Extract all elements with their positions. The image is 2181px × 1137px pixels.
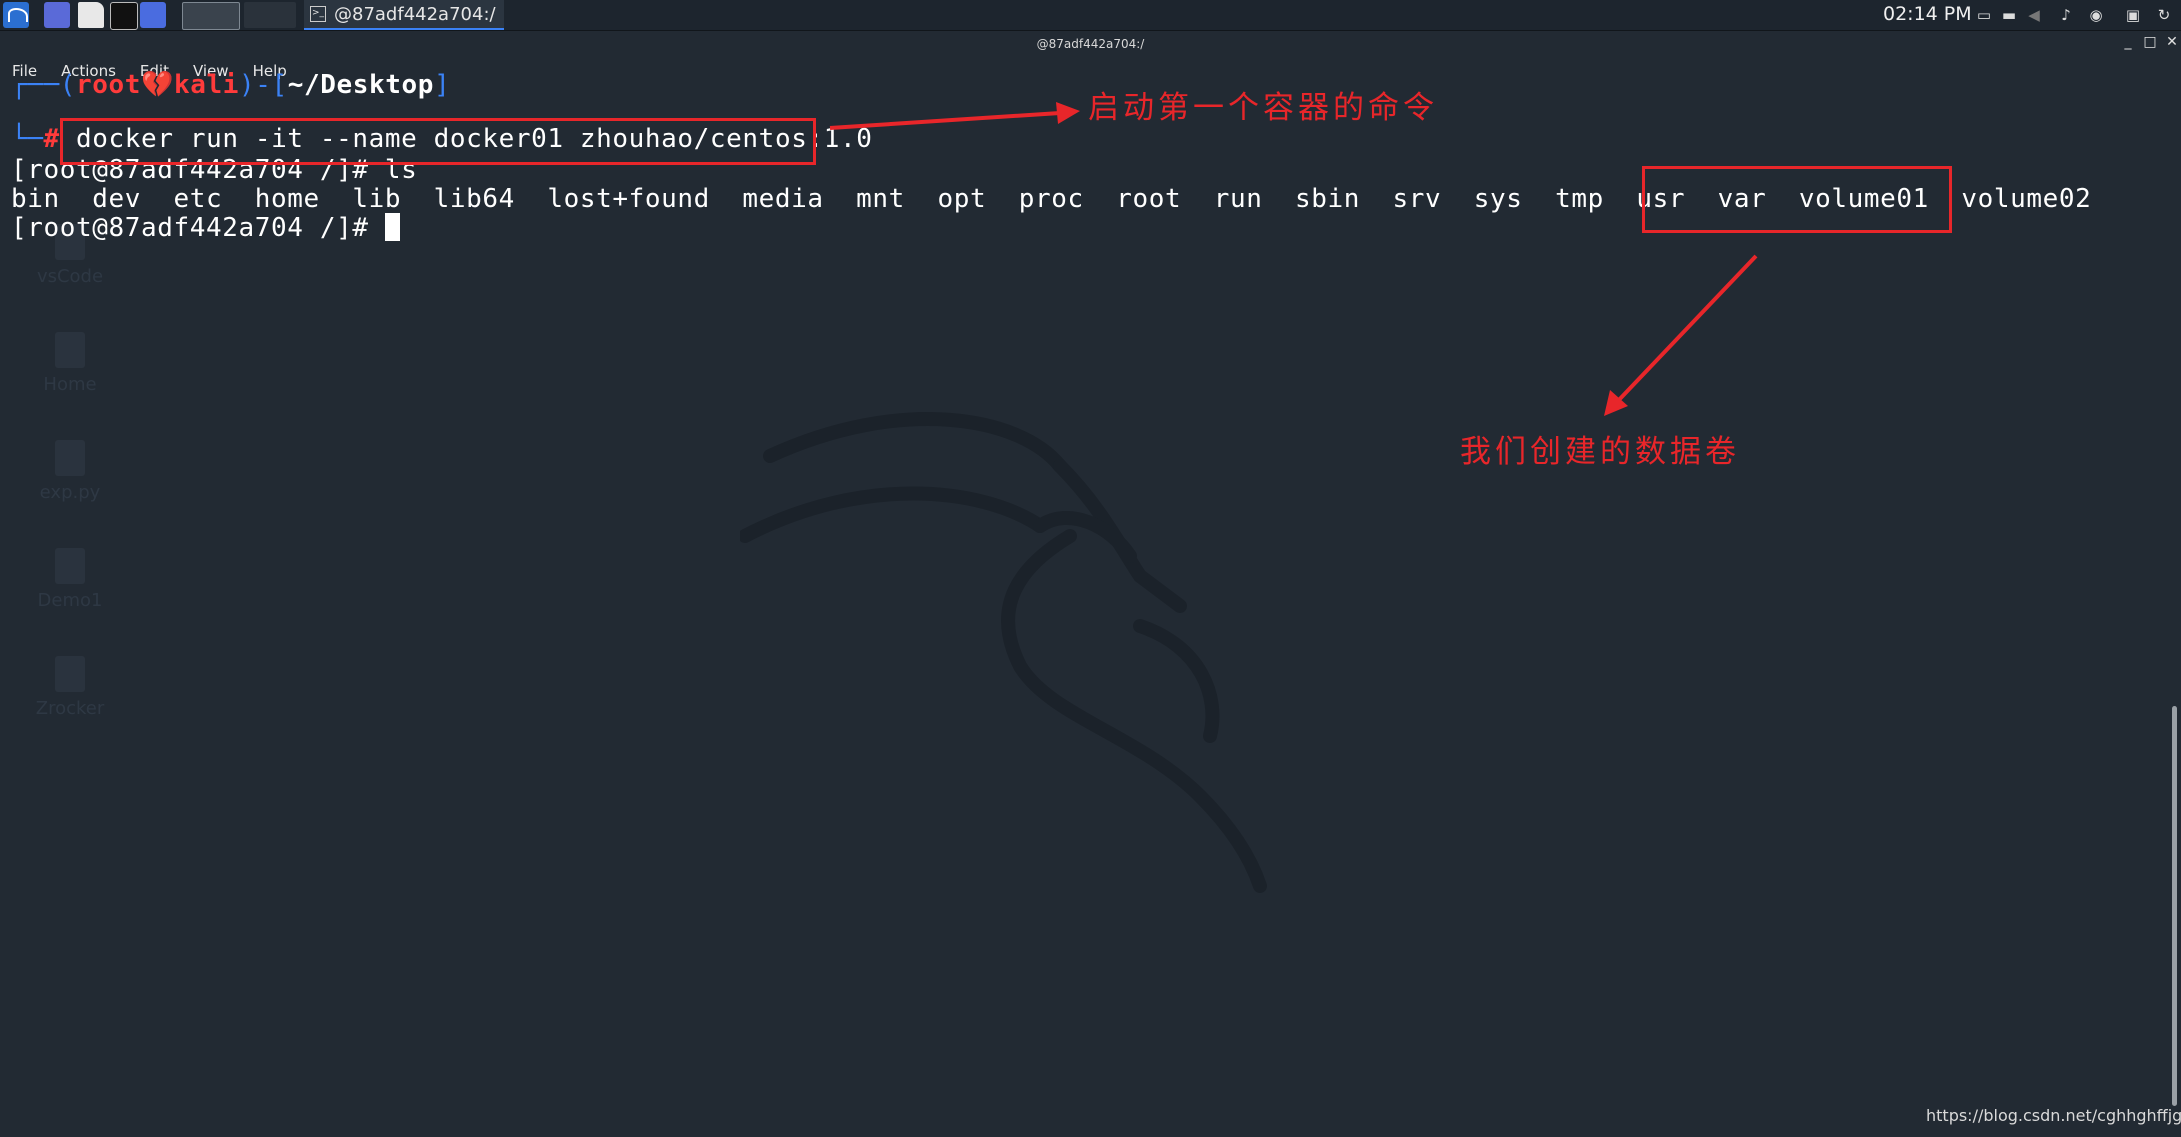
kali-menu-icon[interactable]: [3, 2, 29, 28]
desktop-icon-zrocker: Zrocker: [20, 656, 120, 719]
close-icon[interactable]: ✕: [2164, 34, 2180, 50]
terminal-icon: >_: [310, 6, 326, 22]
file-manager-icon[interactable]: [78, 2, 104, 28]
show-desktop-icon[interactable]: [44, 2, 70, 28]
minimize-icon[interactable]: _: [2120, 34, 2136, 50]
taskbar-terminal-window[interactable]: >_ @87adf442a704:/: [304, 0, 504, 30]
workspace-1[interactable]: [182, 2, 240, 30]
volume-annotation: 我们创建的数据卷: [1460, 434, 1740, 470]
clock[interactable]: 02:14 PM: [1883, 3, 1972, 25]
keyboard-icon[interactable]: ▬: [2001, 7, 2017, 23]
display-icon[interactable]: ▭: [1976, 7, 1992, 23]
top-panel: >_ @87adf442a704:/ 02:14 PM ▭ ▬ ◀ ♪ ◉ ▣ …: [0, 0, 2181, 31]
taskbar-window-title: @87adf442a704:/: [334, 3, 496, 25]
command-annotation: 启动第一个容器的命令: [1088, 90, 1438, 126]
notification-bell-icon[interactable]: ♪: [2058, 7, 2074, 23]
lock-icon[interactable]: ▣: [2125, 7, 2141, 23]
refresh-icon[interactable]: ↻: [2156, 7, 2172, 23]
maximize-icon[interactable]: □: [2142, 34, 2158, 50]
terminal-area[interactable]: vsCode Home exp.py Demo1 Zrocker ┌──(roo…: [0, 70, 2160, 1137]
workspace-2[interactable]: [244, 2, 296, 28]
arrow-head-1: [1056, 102, 1080, 124]
browser-icon[interactable]: [140, 2, 166, 28]
volume-icon[interactable]: ◀: [2026, 7, 2042, 23]
source-watermark: https://blog.csdn.net/cghhghffjgchg: [1926, 1106, 2181, 1125]
power-icon[interactable]: ◉: [2088, 7, 2104, 23]
scrollbar-thumb[interactable]: [2172, 706, 2177, 1106]
annotation-arrows: [829, 102, 1758, 416]
terminal-launcher-icon[interactable]: [110, 2, 138, 30]
window-title: @87adf442a704:/: [1036, 37, 1145, 51]
